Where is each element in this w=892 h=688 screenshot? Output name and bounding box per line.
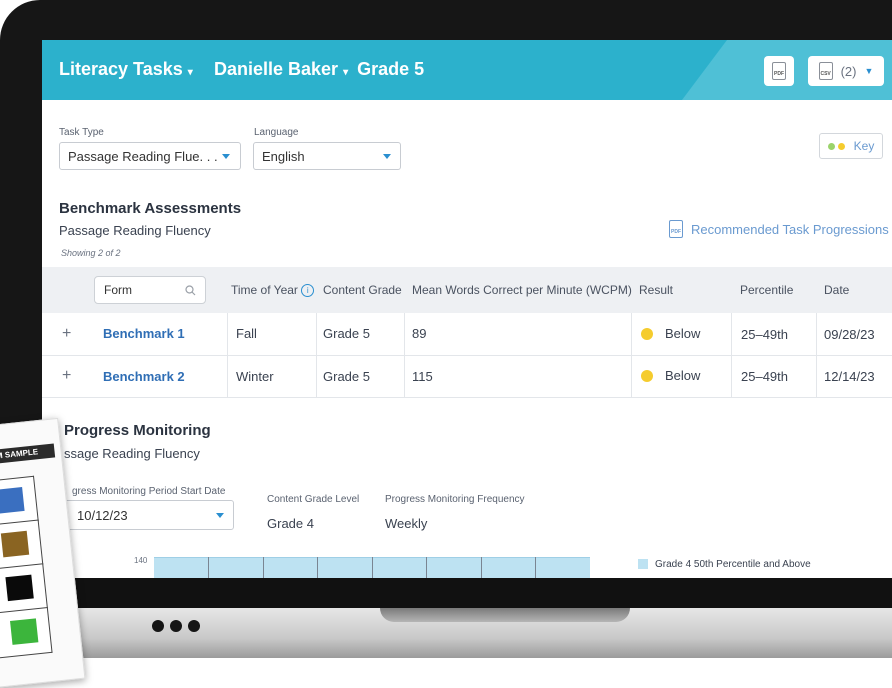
period-start-select[interactable]: 10/12/23 (58, 500, 234, 530)
showing-count: Showing 2 of 2 (61, 248, 121, 258)
chart-gridline (481, 557, 482, 578)
progress-monitoring-subtitle: ssage Reading Fluency (64, 446, 200, 461)
progress-monitoring-title: Progress Monitoring (64, 422, 211, 439)
search-icon (185, 284, 196, 295)
app-title-menu[interactable]: Literacy Tasks ▾ (59, 59, 193, 80)
form-placeholder: Form (104, 283, 132, 297)
pdf-icon: PDF (772, 62, 786, 80)
content-grade-cell: Grade 5 (323, 369, 370, 384)
chart-gridline (317, 557, 318, 578)
wcpm-cell: 89 (412, 326, 427, 341)
recommended-task-progressions-link[interactable]: PDF Recommended Task Progressions (669, 220, 889, 238)
column-header-date[interactable]: Date (824, 283, 849, 297)
task-type-select[interactable]: Passage Reading Flue. . . (59, 142, 241, 170)
column-divider (404, 313, 405, 397)
chevron-down-icon (222, 154, 230, 159)
benchmark-title: Benchmark Assessments (59, 200, 242, 217)
percentile-cell: 25–49th (741, 369, 788, 384)
laptop-dot (188, 620, 200, 632)
blue-swatch (0, 487, 25, 514)
result-cell: Below (665, 368, 701, 383)
black-swatch (5, 574, 34, 602)
csv-count: (2) (840, 63, 857, 79)
time-of-year-cell: Winter (236, 369, 274, 384)
chart-y-tick: 140 (134, 556, 148, 565)
task-type-label: Task Type (59, 127, 104, 138)
result-cell: Below (665, 326, 701, 341)
column-header-percentile[interactable]: Percentile (740, 283, 793, 297)
content-grade-level-value: Grade 4 (267, 516, 314, 531)
chevron-down-icon: ▼ (864, 66, 874, 76)
form-sample-label: –FORM SAMPLE (0, 443, 56, 467)
column-header-content-grade[interactable]: Content Grade (323, 283, 402, 297)
key-label: Key (853, 139, 875, 153)
student-menu[interactable]: Danielle Baker ▾ Grade 5 (214, 59, 424, 80)
column-divider (816, 313, 817, 397)
chevron-down-icon: ▾ (187, 67, 193, 78)
student-grade: Grade 5 (357, 59, 425, 79)
column-divider (731, 313, 732, 397)
content-grade-level-label: Content Grade Level (267, 494, 360, 505)
frequency-label: Progress Monitoring Frequency (385, 494, 525, 505)
green-swatch (10, 618, 39, 645)
legend-swatch (638, 559, 648, 569)
chart-gridline (426, 557, 427, 578)
chart-gridline (208, 557, 209, 578)
laptop-notch (380, 608, 630, 622)
chevron-down-icon: ▾ (343, 67, 349, 78)
laptop-dot (152, 620, 164, 632)
percentile-cell: 25–49th (741, 327, 788, 342)
language-value: English (262, 148, 305, 164)
language-label: Language (254, 127, 299, 138)
benchmark-subtitle: Passage Reading Fluency (59, 223, 211, 238)
result-status-dot (641, 328, 653, 340)
expand-row-button[interactable]: + (62, 367, 71, 385)
date-cell: 12/14/23 (824, 369, 875, 384)
key-yellow-dot (837, 142, 845, 150)
recommended-label: Recommended Task Progressions (691, 221, 889, 237)
brown-swatch (0, 530, 30, 558)
pdf-button[interactable]: PDF (764, 56, 794, 86)
app-screen: Literacy Tasks ▾ Danielle Baker ▾ Grade 5 … (42, 40, 892, 578)
wcpm-cell: 115 (412, 369, 433, 384)
column-header-result[interactable]: Result (639, 283, 673, 297)
laptop-dot (170, 620, 182, 632)
period-start-value: 10/12/23 (77, 507, 128, 523)
info-icon[interactable]: i (301, 284, 315, 298)
column-divider (631, 313, 632, 397)
chart-gridline (263, 557, 264, 578)
column-divider (227, 313, 228, 397)
csv-export-button[interactable]: CSV (2) ▼ (808, 56, 884, 86)
language-select[interactable]: English (253, 142, 401, 170)
column-header-wcpm[interactable]: Mean Words Correct per Minute (WCPM) (412, 283, 632, 297)
benchmark-link[interactable]: Benchmark 2 (103, 369, 185, 384)
key-button[interactable]: Key (819, 133, 883, 159)
chart-legend-label: Grade 4 50th Percentile and Above (655, 559, 811, 570)
form-search-input[interactable]: Form (94, 276, 206, 304)
benchmark-link[interactable]: Benchmark 1 (103, 326, 185, 341)
content-grade-cell: Grade 5 (323, 326, 370, 341)
chevron-down-icon (383, 154, 391, 159)
key-green-dot (827, 142, 835, 150)
pdf-icon: PDF (669, 220, 683, 238)
expand-row-button[interactable]: + (62, 325, 71, 343)
column-header-time-of-year[interactable]: Time of Year i (231, 283, 315, 298)
student-name: Danielle Baker (214, 59, 339, 79)
chart-gridline (535, 557, 536, 578)
chevron-down-icon (216, 513, 224, 518)
task-type-value: Passage Reading Flue. . . (68, 148, 218, 164)
csv-icon: CSV (818, 62, 833, 80)
app-title: Literacy Tasks (59, 59, 183, 79)
frequency-value: Weekly (385, 516, 428, 531)
chart-gridline (372, 557, 373, 578)
time-of-year-cell: Fall (236, 326, 257, 341)
color-swatch-cell (0, 607, 53, 660)
date-cell: 09/28/23 (824, 327, 875, 342)
column-divider (316, 313, 317, 397)
result-status-dot (641, 370, 653, 382)
laptop-hinge (0, 578, 892, 610)
period-start-label: gress Monitoring Period Start Date (72, 486, 226, 497)
